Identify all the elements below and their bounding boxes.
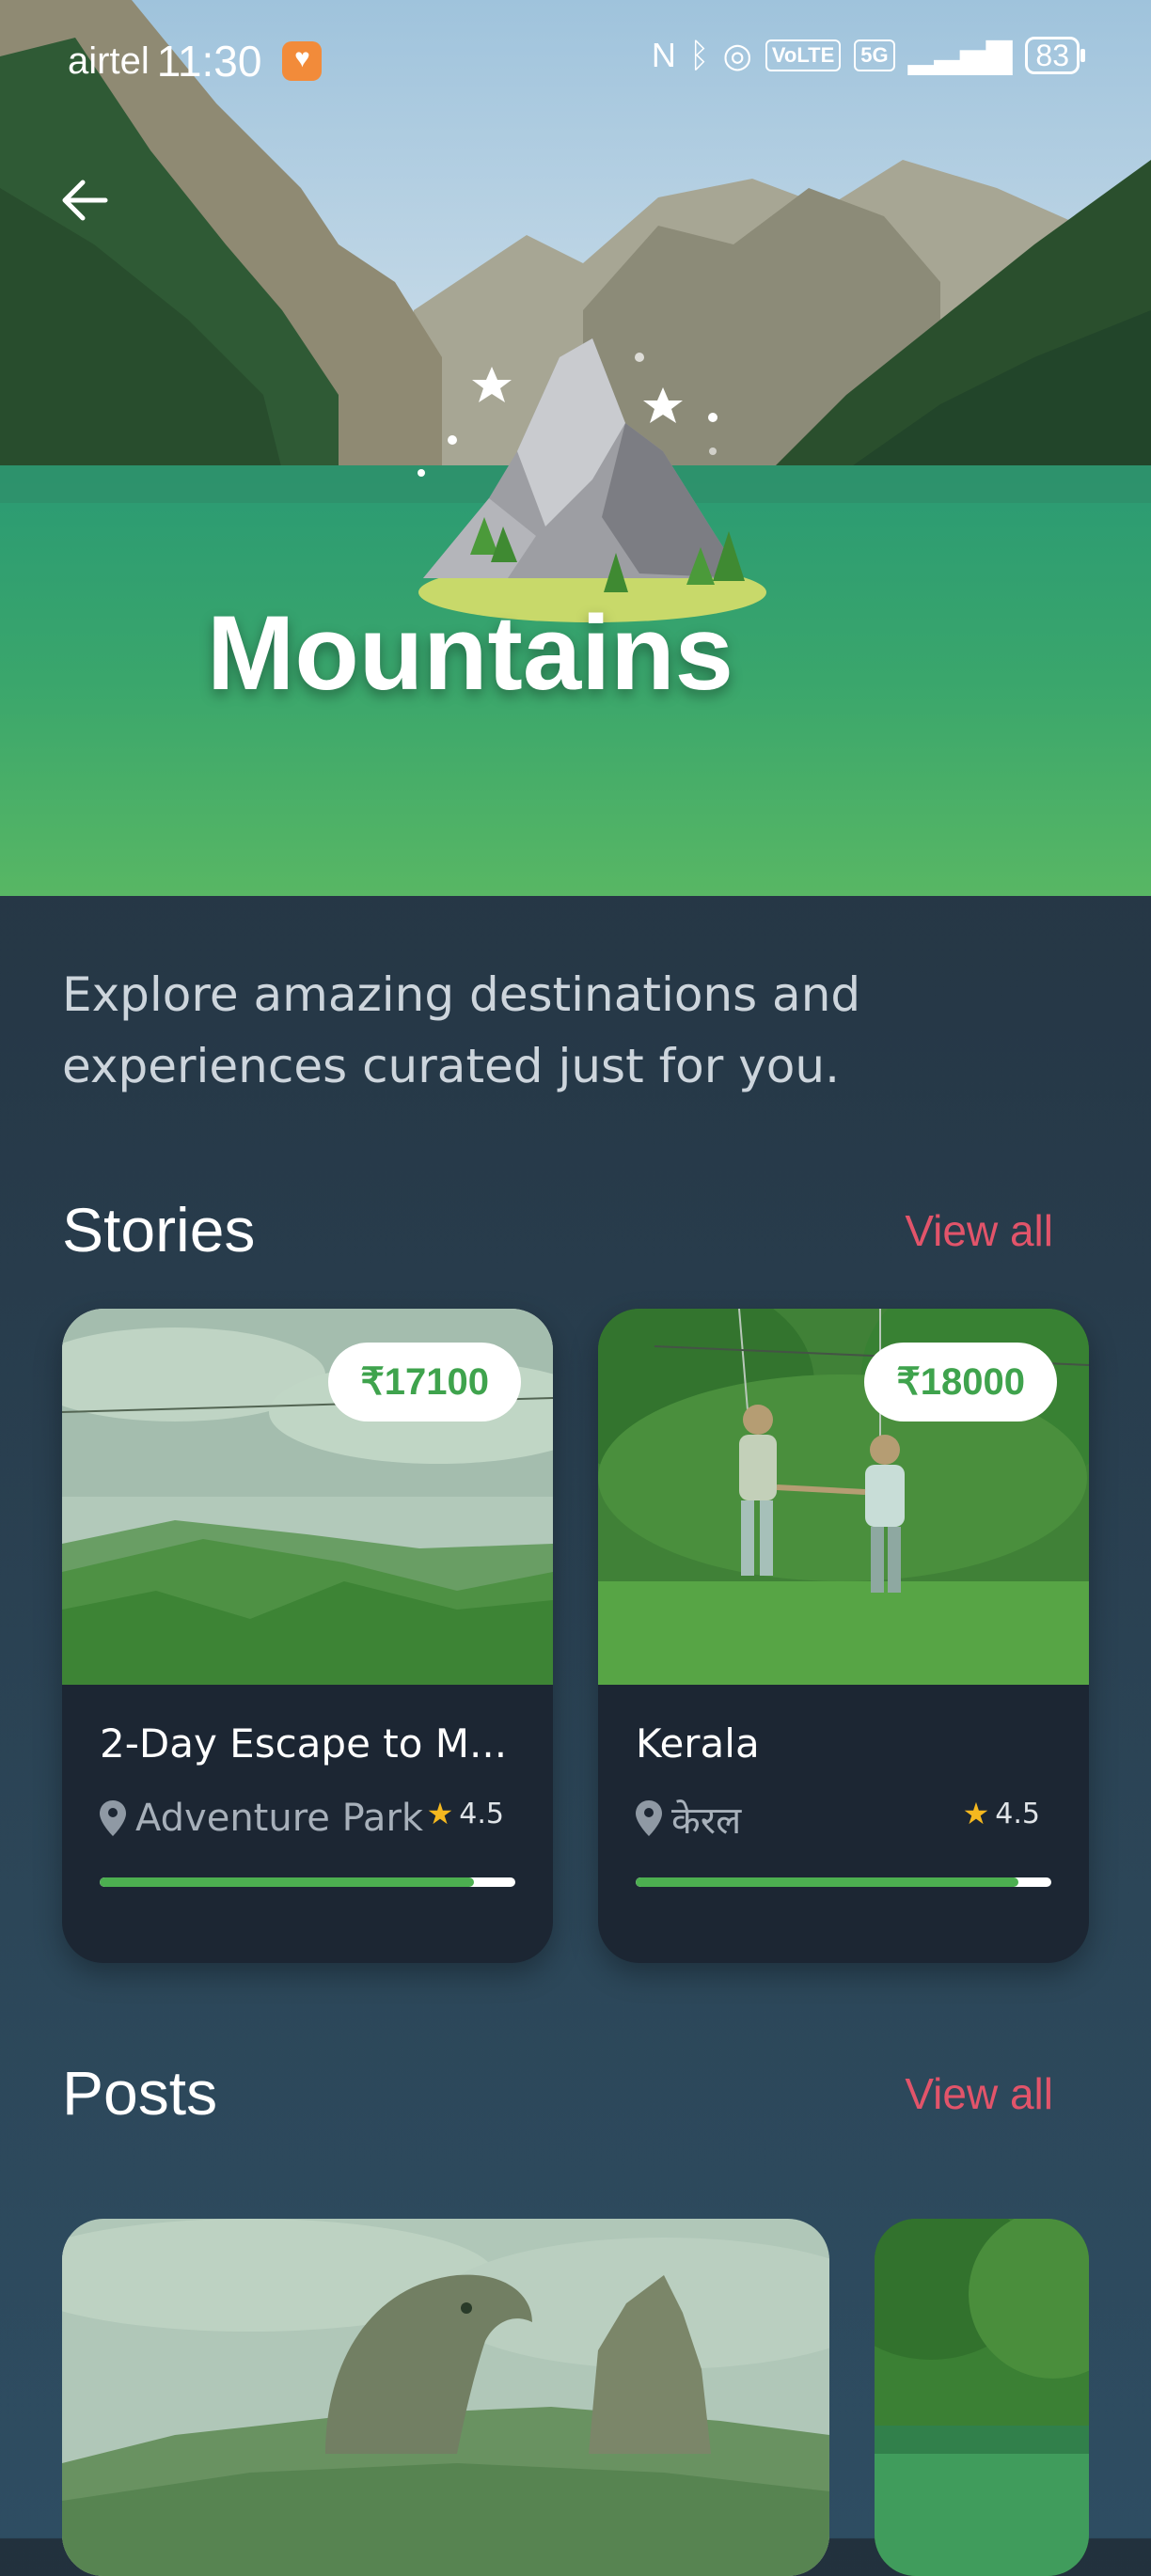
story-location: Adventure Park xyxy=(100,1790,423,1846)
posts-header: Posts View all xyxy=(62,2057,1053,2142)
post-photo xyxy=(875,2219,1089,2576)
battery-indicator: 83 xyxy=(1025,37,1085,74)
posts-view-all-link[interactable]: View all xyxy=(905,2068,1053,2119)
rating-value: 4.5 xyxy=(995,1797,1040,1830)
story-photo: ₹17100 xyxy=(62,1309,553,1685)
price-badge: ₹18000 xyxy=(864,1343,1057,1422)
bluetooth-icon: ᛒ xyxy=(688,36,710,74)
stories-title: Stories xyxy=(62,1195,256,1264)
notification-app-icon xyxy=(282,41,323,81)
hero-banner: airtel 11:30 N ᛒ ◎ VoLTE 5G ▂▃▅▇ 83 Moun… xyxy=(0,0,1151,896)
story-card[interactable]: ₹17100 2-Day Escape to M... Adventure Pa… xyxy=(62,1309,553,1963)
story-location-label: केरल xyxy=(671,1798,742,1843)
rating-value: 4.5 xyxy=(459,1797,504,1830)
story-rating: ★ 4.5 xyxy=(963,1796,1040,1831)
post-photo xyxy=(62,2219,829,2576)
story-photo: ₹18000 xyxy=(598,1309,1089,1685)
intro-text: Explore amazing destinations and experie… xyxy=(62,967,861,1093)
post-card[interactable] xyxy=(62,2219,829,2576)
stories-view-all-link[interactable]: View all xyxy=(905,1205,1053,1256)
story-card[interactable]: ₹18000 Kerala केरल ★ 4.5 xyxy=(598,1309,1089,1963)
story-title: 2-Day Escape to M... xyxy=(100,1720,508,1767)
status-bar: airtel 11:30 N ᛒ ◎ VoLTE 5G ▂▃▅▇ 83 xyxy=(0,36,1151,96)
nfc-icon: N xyxy=(651,36,676,74)
page-title: Mountains xyxy=(207,594,733,712)
star-icon: ★ xyxy=(962,1796,990,1831)
story-progress-bar xyxy=(100,1877,515,1887)
network-gen-badge: 5G xyxy=(854,39,895,71)
stories-header: Stories View all xyxy=(62,1194,1053,1279)
price-badge: ₹17100 xyxy=(328,1343,521,1422)
story-progress-fill xyxy=(100,1877,474,1887)
story-title: Kerala xyxy=(636,1720,760,1767)
hotspot-icon: ◎ xyxy=(722,36,752,74)
story-progress-bar xyxy=(636,1877,1051,1887)
hero-landscape-image xyxy=(0,0,1151,896)
star-icon: ★ xyxy=(426,1796,454,1831)
story-progress-fill xyxy=(636,1877,1018,1887)
signal-icon: ▂▃▅▇ xyxy=(907,36,1013,74)
back-arrow-icon[interactable] xyxy=(58,174,111,227)
story-rating: ★ 4.5 xyxy=(427,1796,504,1831)
posts-title: Posts xyxy=(62,2058,218,2128)
post-card[interactable] xyxy=(875,2219,1089,2576)
story-location-label: Adventure Park xyxy=(135,1797,424,1840)
story-location: केरल xyxy=(636,1790,741,1846)
volte-badge: VoLTE xyxy=(765,39,842,71)
location-pin-icon xyxy=(100,1800,126,1836)
carrier-label: airtel xyxy=(68,39,150,82)
location-pin-icon xyxy=(636,1800,662,1836)
clock: 11:30 xyxy=(156,37,262,86)
